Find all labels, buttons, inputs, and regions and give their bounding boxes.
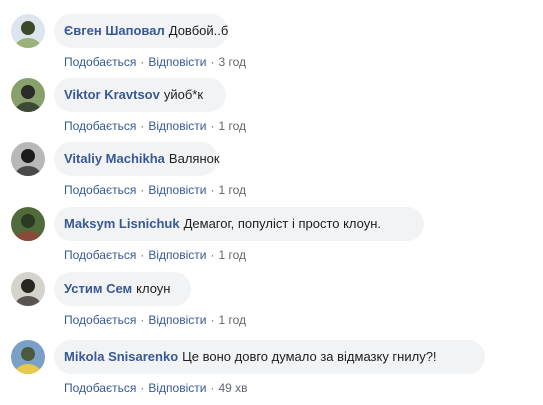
comment-actions: Подобається · Відповісти · 3 год	[64, 55, 246, 69]
separator-dot: ·	[140, 381, 145, 395]
separator-dot: ·	[210, 313, 215, 327]
comment-text: Демагог, популіст і просто клоун.	[183, 216, 382, 231]
avatar[interactable]	[11, 14, 45, 48]
like-link[interactable]: Подобається	[64, 55, 136, 69]
like-link[interactable]: Подобається	[64, 381, 136, 395]
reply-link[interactable]: Відповісти	[148, 55, 206, 69]
comment-actions: Подобається · Відповісти · 1 год	[64, 313, 246, 327]
comment-bubble: Maksym Lisnichuk Демагог, популіст і прос…	[54, 207, 424, 241]
comment-timestamp[interactable]: 3 год	[218, 55, 246, 69]
separator-dot: ·	[210, 248, 215, 262]
avatar[interactable]	[11, 207, 45, 241]
comment-text: уйоб*к	[163, 87, 204, 102]
comment-bubble: Viktor Kravtsov уйоб*к	[54, 78, 226, 112]
separator-dot: ·	[210, 381, 215, 395]
comment-actions: Подобається · Відповісти · 1 год	[64, 119, 246, 133]
comment-author-link[interactable]: Євген Шаповал	[64, 23, 165, 39]
comment-text: клоун	[136, 281, 171, 296]
reply-link[interactable]: Відповісти	[148, 248, 206, 262]
comment-bubble: Євген Шаповал Довбой..б	[54, 14, 228, 48]
avatar[interactable]	[11, 142, 45, 176]
like-link[interactable]: Подобається	[64, 183, 136, 197]
comment-actions: Подобається · Відповісти · 1 год	[64, 183, 246, 197]
comment-author-link[interactable]: Устим Сем	[64, 281, 132, 297]
comment-actions: Подобається · Відповісти · 49 хв	[64, 381, 248, 395]
comment-text: Це воно довго думало за відмазку гнилу?!	[182, 349, 437, 364]
comment-author-link[interactable]: Vitaliy Machikha	[64, 151, 165, 167]
comment-actions: Подобається · Відповісти · 1 год	[64, 248, 246, 262]
comment-author-link[interactable]: Mikola Snisarenko	[64, 349, 178, 365]
separator-dot: ·	[140, 248, 145, 262]
reply-link[interactable]: Відповісти	[148, 381, 206, 395]
separator-dot: ·	[140, 183, 145, 197]
like-link[interactable]: Подобається	[64, 248, 136, 262]
comment-timestamp[interactable]: 1 год	[218, 248, 246, 262]
reply-link[interactable]: Відповісти	[148, 183, 206, 197]
comment-timestamp[interactable]: 1 год	[218, 183, 246, 197]
comment-author-link[interactable]: Viktor Kravtsov	[64, 87, 160, 103]
like-link[interactable]: Подобається	[64, 119, 136, 133]
separator-dot: ·	[210, 183, 215, 197]
comment-bubble: Vitaliy Machikha Валянок	[54, 142, 220, 176]
comment-bubble: Mikola Snisarenko Це воно довго думало за…	[54, 340, 485, 374]
reply-link[interactable]: Відповісти	[148, 119, 206, 133]
comment-timestamp[interactable]: 1 год	[218, 313, 246, 327]
avatar[interactable]	[11, 340, 45, 374]
separator-dot: ·	[140, 55, 145, 69]
comment-author-link[interactable]: Maksym Lisnichuk	[64, 216, 180, 232]
separator-dot: ·	[210, 55, 215, 69]
comment-timestamp[interactable]: 49 хв	[218, 381, 247, 395]
avatar[interactable]	[11, 272, 45, 306]
comment-bubble: Устим Сем клоун	[54, 272, 191, 306]
comment-text: Довбой..б	[168, 23, 229, 38]
avatar[interactable]	[11, 78, 45, 112]
comment-timestamp[interactable]: 1 год	[218, 119, 246, 133]
like-link[interactable]: Подобається	[64, 313, 136, 327]
separator-dot: ·	[140, 313, 145, 327]
separator-dot: ·	[210, 119, 215, 133]
reply-link[interactable]: Відповісти	[148, 313, 206, 327]
comment-text: Валянок	[168, 151, 220, 166]
separator-dot: ·	[140, 119, 145, 133]
